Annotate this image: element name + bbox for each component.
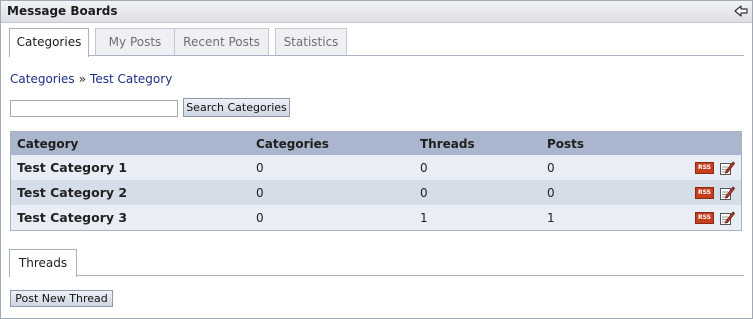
search-categories-button[interactable]: Search Categories: [183, 98, 290, 117]
tab-recent-posts[interactable]: Recent Posts: [174, 28, 269, 55]
rss-icon[interactable]: RSS: [695, 211, 714, 224]
category-name-cell: Test Category 1: [10, 155, 250, 180]
category-name-link[interactable]: Test Category 3: [17, 210, 127, 225]
portlet-title: Message Boards: [7, 4, 118, 18]
header-posts: Posts: [541, 131, 685, 155]
rss-icon[interactable]: RSS: [695, 186, 714, 199]
threads-count: 0: [414, 155, 541, 180]
posts-count: 0: [541, 180, 685, 205]
table-header-row: Category Categories Threads Posts: [10, 131, 742, 155]
categories-count: 0: [250, 205, 414, 231]
portlet-titlebar: Message Boards: [1, 1, 752, 23]
threads-tab-divider: [9, 275, 744, 276]
row-actions: RSS: [685, 205, 742, 231]
edit-icon[interactable]: [719, 185, 735, 201]
search-input[interactable]: [10, 100, 178, 117]
categories-table: Category Categories Threads Posts Test C…: [10, 131, 742, 231]
category-name-link[interactable]: Test Category 2: [17, 185, 127, 200]
breadcrumb: Categories» Test Category: [10, 72, 172, 86]
post-new-thread-button[interactable]: Post New Thread: [10, 290, 113, 307]
rss-icon[interactable]: RSS: [695, 161, 714, 174]
posts-count: 1: [541, 205, 685, 231]
tab-statistics[interactable]: Statistics: [275, 28, 347, 55]
category-name-link[interactable]: Test Category 1: [17, 160, 127, 175]
header-categories: Categories: [250, 131, 414, 155]
category-name-cell: Test Category 2: [10, 180, 250, 205]
breadcrumb-current-link[interactable]: Test Category: [90, 72, 172, 86]
category-name-cell: Test Category 3: [10, 205, 250, 231]
threads-count: 0: [414, 180, 541, 205]
breadcrumb-separator: »: [78, 72, 87, 86]
edit-icon[interactable]: [719, 210, 735, 226]
header-category: Category: [10, 131, 250, 155]
header-threads: Threads: [414, 131, 541, 155]
threads-count: 1: [414, 205, 541, 231]
edit-icon[interactable]: [719, 160, 735, 176]
row-actions: RSS: [685, 180, 742, 205]
tab-threads[interactable]: Threads: [9, 249, 77, 277]
tab-categories[interactable]: Categories: [9, 28, 89, 57]
categories-count: 0: [250, 180, 414, 205]
posts-count: 0: [541, 155, 685, 180]
table-row[interactable]: Test Category 1 0 0 0 RSS: [10, 155, 742, 180]
message-boards-portlet: Message Boards Categories My Posts Recen…: [0, 0, 753, 319]
categories-count: 0: [250, 155, 414, 180]
tab-divider: [9, 55, 744, 56]
arrow-left-icon[interactable]: [734, 4, 748, 18]
tab-my-posts[interactable]: My Posts: [95, 28, 175, 55]
table-row[interactable]: Test Category 3 0 1 1 RSS: [10, 205, 742, 231]
row-actions: RSS: [685, 155, 742, 180]
table-row[interactable]: Test Category 2 0 0 0 RSS: [10, 180, 742, 205]
header-actions: [685, 131, 742, 155]
breadcrumb-categories-link[interactable]: Categories: [10, 72, 75, 86]
